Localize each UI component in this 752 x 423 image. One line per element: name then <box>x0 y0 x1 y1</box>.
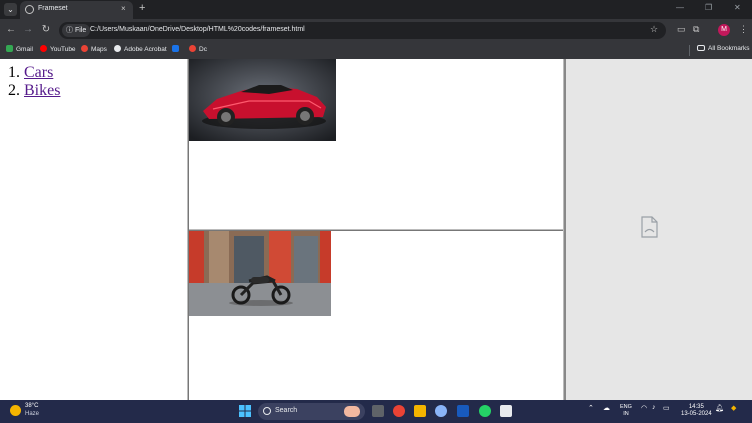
list-item: 1. Cars <box>8 64 60 82</box>
maps-icon <box>81 45 88 52</box>
tab-close-button[interactable]: × <box>121 4 126 13</box>
input-language-indicator[interactable]: ENG IN <box>620 404 632 418</box>
clock-time: 14:35 <box>688 404 704 410</box>
close-window-button[interactable]: ✕ <box>734 3 741 12</box>
tab-title: Frameset <box>38 5 68 12</box>
search-highlight-icon <box>344 406 360 417</box>
globe-icon <box>25 5 34 14</box>
url-text[interactable]: C:/Users/Muskaan/OneDrive/Desktop/HTML%2… <box>90 26 305 33</box>
region-code: IN <box>623 411 629 417</box>
bookmarks-divider <box>689 45 690 56</box>
chrome-taskbar-icon[interactable] <box>393 405 405 417</box>
nav-list: 1. Cars 2. Bikes <box>8 64 60 100</box>
all-bookmarks-label: All Bookmarks <box>708 45 750 52</box>
wifi-icon[interactable]: ◠ <box>641 404 647 412</box>
bookmark-site-icon <box>172 45 179 52</box>
forward-arrow-icon[interactable]: → <box>22 24 34 35</box>
gmail-icon <box>6 45 13 52</box>
clock-date: 13-05-2024 <box>681 411 712 417</box>
bikes-link[interactable]: Bikes <box>24 82 60 99</box>
site-info-chip[interactable]: ⓘ File <box>62 24 91 37</box>
tab-frameset[interactable]: Frameset × <box>20 1 133 19</box>
cars-link[interactable]: Cars <box>24 64 53 81</box>
bookmark-gmail[interactable]: Gmail <box>6 45 33 53</box>
battery-icon[interactable]: ▭ <box>663 404 670 412</box>
car-image <box>189 59 336 141</box>
list-number: 2. <box>8 82 20 99</box>
bookmark-maps[interactable]: Maps <box>81 45 107 53</box>
broken-page-icon <box>641 216 658 238</box>
browser-toolbar: ← → ↻ ⓘ File C:/Users/Muskaan/OneDrive/D… <box>0 19 752 42</box>
copilot-icon[interactable]: ◆ <box>731 404 736 412</box>
bookmarks-bar: Gmail YouTube Maps Adobe Acrobat Dc All … <box>0 42 752 59</box>
weather-temperature: 38°C <box>25 403 39 409</box>
frame-cars <box>189 59 563 229</box>
snipping-tool-icon[interactable] <box>500 405 512 417</box>
extension-icon[interactable]: ▭ <box>677 24 686 35</box>
bookmark-label: Gmail <box>16 46 33 53</box>
bike-image <box>189 231 331 316</box>
more-menu-icon[interactable]: ⋮ <box>739 24 748 35</box>
frame-bikes <box>189 231 563 400</box>
address-bar[interactable]: ⓘ File C:/Users/Muskaan/OneDrive/Desktop… <box>59 22 666 39</box>
page-viewport: 1. Cars 2. Bikes <box>0 59 752 400</box>
minimize-button[interactable]: — <box>676 3 684 12</box>
bookmark-label: Adobe Acrobat <box>124 46 167 53</box>
dc-icon <box>189 45 196 52</box>
windows-taskbar: 38°C Haze Search ⌃ ☁ ENG IN ◠ ♪ ▭ 14:35 … <box>0 400 752 423</box>
file-explorer-icon[interactable] <box>414 405 426 417</box>
site-info-label: File <box>74 27 87 34</box>
taskbar-search[interactable]: Search <box>258 403 365 420</box>
bookmark-label: YouTube <box>50 46 76 53</box>
weather-description: Haze <box>25 411 40 417</box>
profile-avatar[interactable]: M <box>718 24 730 36</box>
haze-weather-icon <box>10 405 21 416</box>
windows-start-icon[interactable] <box>239 405 251 417</box>
bookmark-label: Maps <box>91 46 107 53</box>
bookmark-youtube[interactable]: YouTube <box>40 45 76 53</box>
frame-navigation: 1. Cars 2. Bikes <box>0 59 187 400</box>
bookmark-untitled[interactable] <box>172 45 182 53</box>
list-number: 1. <box>8 64 20 81</box>
bookmark-adobe-acrobat[interactable]: Adobe Acrobat <box>114 45 167 53</box>
maximize-button[interactable]: ❐ <box>705 3 712 12</box>
show-hidden-icons-chevron[interactable]: ⌃ <box>588 404 594 412</box>
word-icon[interactable] <box>457 405 469 417</box>
tab-search-button[interactable]: ⌄ <box>4 3 17 16</box>
settings-gear-icon[interactable] <box>435 405 447 417</box>
tab-strip: ⌄ Frameset × + — ❐ ✕ <box>0 0 752 19</box>
search-icon <box>263 407 271 415</box>
back-arrow-icon[interactable]: ← <box>5 24 17 35</box>
task-view-icon[interactable] <box>372 405 384 417</box>
search-label: Search <box>275 407 298 414</box>
volume-icon[interactable]: ♪ <box>652 404 656 411</box>
list-item: 2. Bikes <box>8 82 60 100</box>
whatsapp-icon[interactable] <box>479 405 491 417</box>
bookmark-label: Dc <box>199 46 207 53</box>
extensions-puzzle-icon[interactable]: ⧉ <box>693 24 699 35</box>
frame-empty <box>566 59 752 400</box>
bookmark-dc[interactable]: Dc <box>189 45 207 53</box>
new-tab-button[interactable]: + <box>139 2 145 14</box>
youtube-icon <box>40 45 47 52</box>
system-clock[interactable]: 14:35 13-05-2024 <box>681 404 712 418</box>
reload-icon[interactable]: ↻ <box>40 24 52 35</box>
language-code: ENG <box>620 404 632 410</box>
bookmark-star-icon[interactable]: ☆ <box>650 24 658 35</box>
acrobat-icon <box>114 45 121 52</box>
all-bookmarks-button[interactable]: All Bookmarks <box>697 45 750 52</box>
cloud-icon[interactable]: ☁ <box>603 404 610 412</box>
folder-icon <box>697 45 705 51</box>
notification-bell-icon[interactable]: 🔔︎ <box>715 404 724 412</box>
